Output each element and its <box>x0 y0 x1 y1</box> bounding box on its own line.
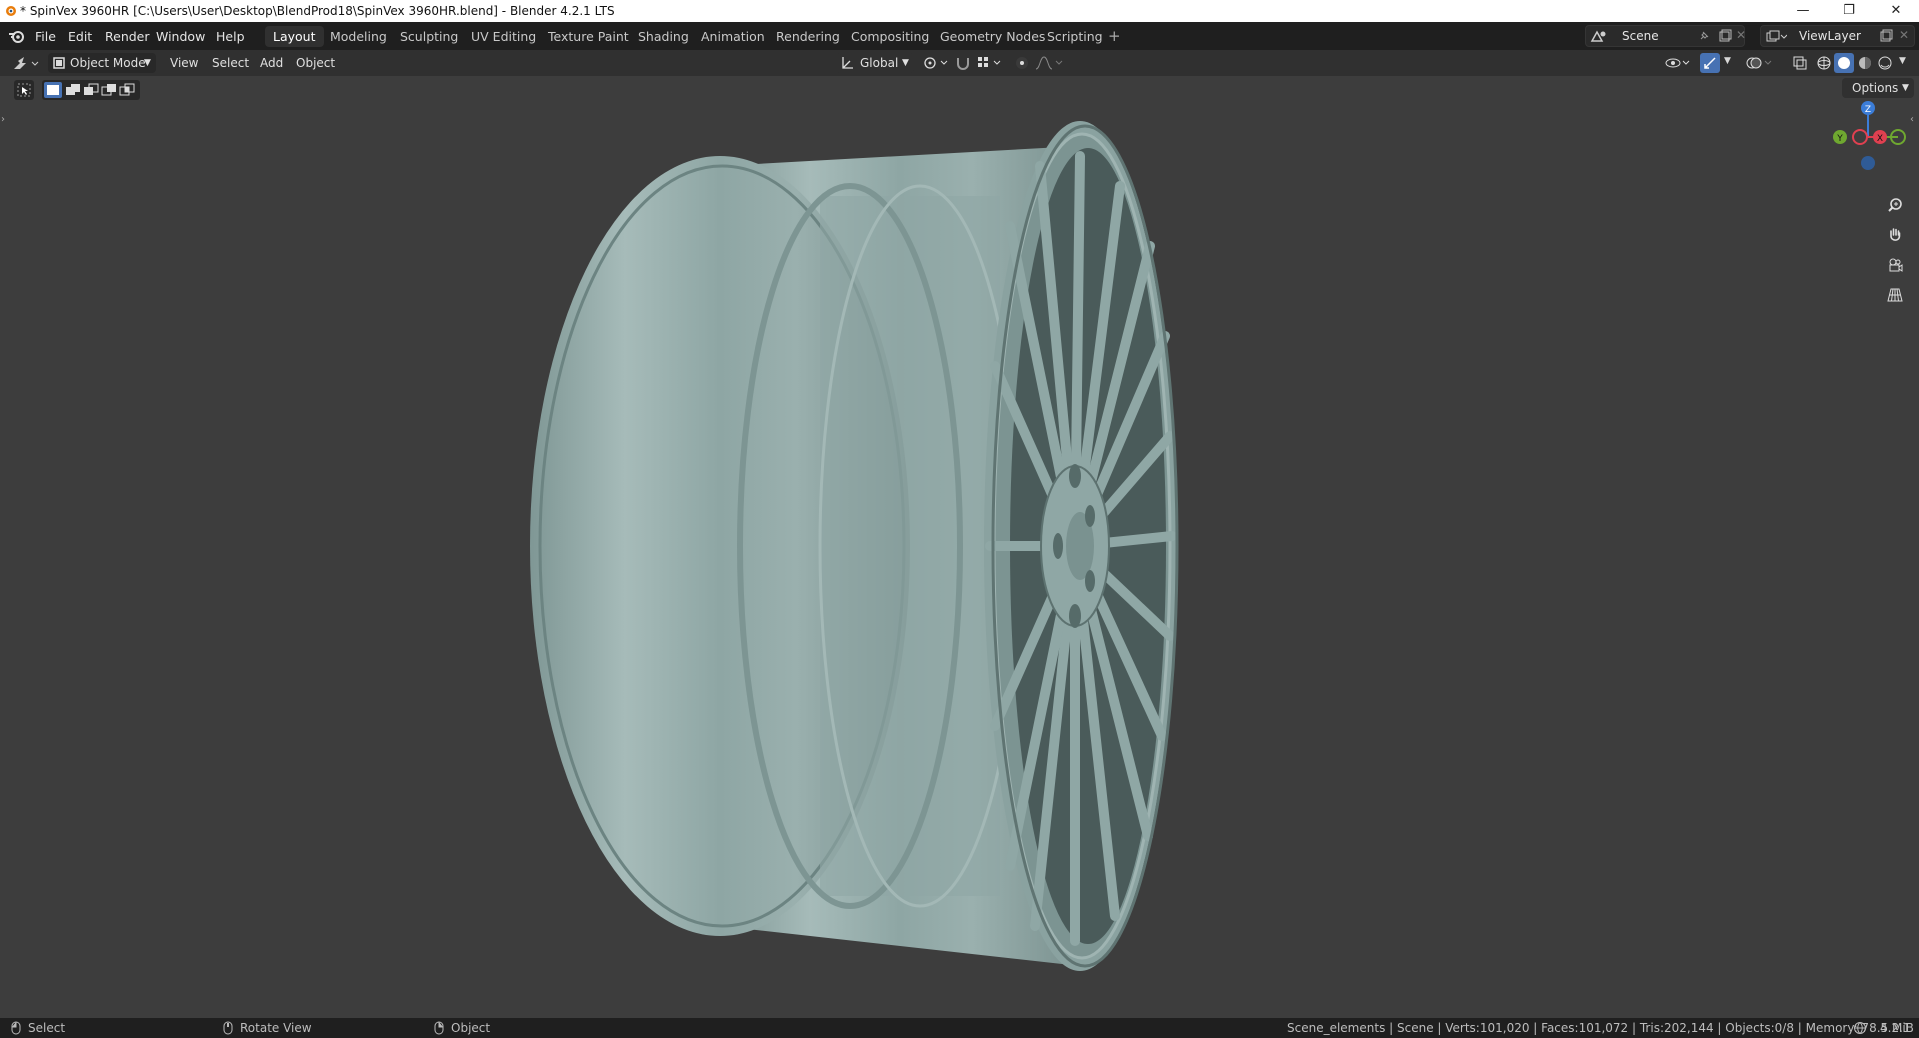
chevron-down-icon[interactable]: ▼ <box>1724 56 1731 66</box>
scene-statistics: Scene_elements | Scene | Verts:101,020 |… <box>1287 1021 1919 1035</box>
view-layer-selector[interactable]: ViewLayer ✕ <box>1760 25 1915 47</box>
chevron-down-icon: ▼ <box>902 58 909 68</box>
window-titlebar: * SpinVex 3960HR [C:\Users\User\Desktop\… <box>0 0 1919 22</box>
restore-button[interactable]: ❐ <box>1826 0 1872 22</box>
solid-shading-icon <box>1838 57 1850 69</box>
tab-rendering[interactable]: Rendering <box>768 26 848 47</box>
perspective-toggle-button[interactable] <box>1882 282 1908 308</box>
hand-icon <box>1890 228 1901 241</box>
tab-scripting[interactable]: Scripting <box>1039 26 1111 47</box>
object-mode-icon <box>53 57 65 69</box>
status-object: Object <box>451 1021 491 1035</box>
xray-toggle-icon[interactable] <box>1792 55 1808 71</box>
gizmo-neg-z-icon[interactable] <box>1861 156 1875 170</box>
snap-increment-icon[interactable] <box>976 55 1004 71</box>
snap-magnet-icon[interactable] <box>955 55 971 71</box>
scene-selector[interactable]: Scene ✕ <box>1585 25 1746 47</box>
status-rotate-view: Rotate View <box>240 1021 312 1035</box>
menu-edit[interactable]: Edit <box>68 29 92 44</box>
tab-modeling[interactable]: Modeling <box>322 26 395 47</box>
tab-animation[interactable]: Animation <box>693 26 773 47</box>
editor-type-icon[interactable] <box>12 55 40 71</box>
overlays-icon[interactable] <box>1745 55 1773 71</box>
gizmo-y-label: Y <box>1836 134 1843 144</box>
tab-texture-paint[interactable]: Texture Paint <box>540 26 637 47</box>
menu-render[interactable]: Render <box>105 29 150 44</box>
tab-layout[interactable]: Layout <box>265 26 324 47</box>
view-layer-name: ViewLayer <box>1799 29 1861 43</box>
material-preview-icon[interactable] <box>1857 55 1873 71</box>
close-button[interactable]: ✕ <box>1873 0 1919 22</box>
menu-window[interactable]: Window <box>156 29 205 44</box>
scene-icon <box>1590 30 1606 42</box>
solid-shading-button[interactable] <box>1834 53 1854 73</box>
menu-select[interactable]: Select <box>212 56 249 70</box>
gizmo-z-label: Z <box>1865 105 1871 115</box>
camera-icon <box>1889 258 1903 272</box>
new-view-layer-icon[interactable] <box>1879 29 1893 43</box>
rendered-shading-icon[interactable] <box>1877 55 1893 71</box>
wireframe-shading-icon[interactable] <box>1816 55 1832 71</box>
mode-label: Object Mode <box>70 56 146 70</box>
menu-file[interactable]: File <box>35 29 56 44</box>
view-layer-icon <box>1766 30 1787 42</box>
blender-version: 4.2.1 <box>1880 1021 1911 1035</box>
delete-view-layer-icon[interactable]: ✕ <box>1899 28 1909 42</box>
3d-viewport[interactable]: Options ▼ › ‹ Z Y X <box>0 76 1919 1018</box>
pivot-point-icon[interactable] <box>922 55 950 71</box>
navigation-gizmo[interactable]: Z Y X <box>1820 90 1910 180</box>
network-icon <box>1854 1022 1866 1035</box>
mouse-right-icon <box>434 1021 444 1035</box>
scene-name: Scene <box>1622 29 1659 43</box>
status-bar: Select Rotate View Object Scene_elements… <box>0 1018 1919 1038</box>
mode-selector[interactable]: Object Mode ▼ <box>48 53 156 73</box>
chevron-down-icon[interactable]: ▼ <box>1899 56 1906 66</box>
pan-button[interactable] <box>1882 222 1908 248</box>
add-workspace-icon[interactable]: + <box>1108 27 1121 45</box>
menu-object[interactable]: Object <box>296 56 335 70</box>
new-scene-icon[interactable] <box>1718 29 1732 43</box>
gizmo-x-label: X <box>1877 134 1883 144</box>
mouse-left-icon <box>11 1021 21 1035</box>
wheel-model[interactable] <box>0 76 1919 1018</box>
menu-help[interactable]: Help <box>216 29 245 44</box>
grid-icon <box>1887 288 1903 302</box>
status-select: Select <box>28 1021 66 1035</box>
gizmo-toggle-button[interactable] <box>1700 53 1720 73</box>
blender-menu-icon[interactable] <box>8 28 26 44</box>
viewport-header: Object Mode ▼ View Select Add Object Glo… <box>0 50 1919 76</box>
proportional-falloff-icon[interactable] <box>1034 55 1064 71</box>
tab-shading[interactable]: Shading <box>630 26 697 47</box>
global-axes-icon <box>842 57 853 69</box>
blender-logo-icon <box>6 6 16 16</box>
menu-view[interactable]: View <box>170 56 198 70</box>
camera-view-button[interactable] <box>1882 252 1908 278</box>
tab-sculpting[interactable]: Sculpting <box>392 26 466 47</box>
delete-scene-icon[interactable]: ✕ <box>1736 28 1746 42</box>
proportional-editing-icon[interactable] <box>1014 55 1030 71</box>
zoom-button[interactable] <box>1882 192 1908 218</box>
menu-add[interactable]: Add <box>260 56 283 70</box>
tab-geometry-nodes[interactable]: Geometry Nodes <box>932 26 1053 47</box>
zoom-icon <box>1888 198 1902 212</box>
window-title: * SpinVex 3960HR [C:\Users\User\Desktop\… <box>20 4 615 18</box>
gizmo-icon <box>1704 57 1716 69</box>
transform-orientation-selector[interactable]: Global ▼ <box>836 53 914 73</box>
selectability-visibility-icon[interactable] <box>1665 55 1693 71</box>
chevron-down-icon: ▼ <box>144 58 151 68</box>
mouse-middle-icon <box>223 1021 233 1035</box>
minimize-button[interactable]: — <box>1780 0 1826 22</box>
tab-compositing[interactable]: Compositing <box>843 26 937 47</box>
tab-uv-editing[interactable]: UV Editing <box>463 26 544 47</box>
transform-orientation-label: Global <box>860 56 899 70</box>
pin-icon[interactable] <box>1698 30 1710 42</box>
gizmo-neg-x-icon[interactable] <box>1852 129 1868 145</box>
